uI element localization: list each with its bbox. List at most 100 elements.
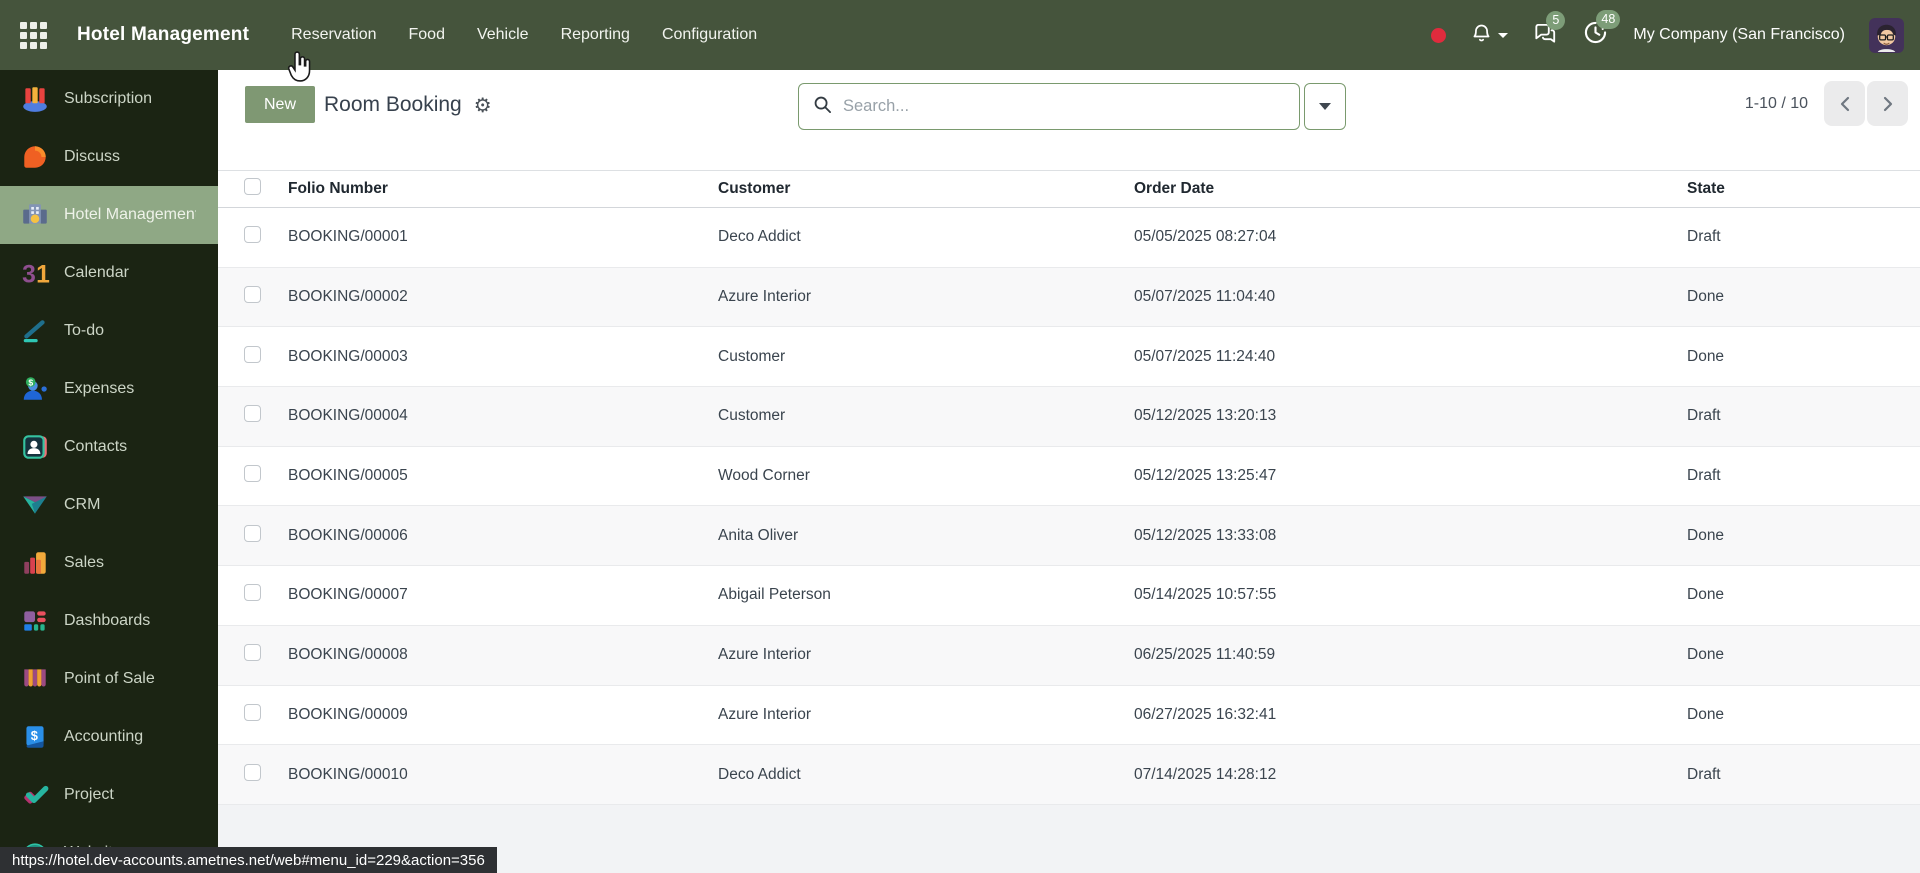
sidebar-item-label: Contacts bbox=[64, 438, 128, 455]
browser-status-bar: https://hotel.dev-accounts.ametnes.net/w… bbox=[0, 847, 497, 873]
record-indicator-icon[interactable] bbox=[1431, 27, 1447, 43]
sidebar-item-label: CRM bbox=[64, 496, 101, 513]
pager-previous-button[interactable] bbox=[1824, 81, 1865, 126]
sidebar-item-calendar[interactable]: 3 1 Calendar bbox=[0, 244, 218, 302]
svg-text:$: $ bbox=[31, 728, 38, 743]
activities-button[interactable]: 48 bbox=[1582, 10, 1621, 51]
table-row[interactable]: BOOKING/00010 Deco Addict 07/14/2025 14:28… bbox=[218, 745, 1920, 805]
sidebar-item-sales[interactable]: Sales bbox=[0, 534, 218, 592]
apps-grid-icon[interactable] bbox=[20, 21, 47, 49]
bell-icon bbox=[1470, 21, 1493, 50]
sidebar-item-dashboards[interactable]: Dashboards bbox=[0, 592, 218, 650]
table-row[interactable]: BOOKING/00006 Anita Oliver 05/12/2025 13:3… bbox=[218, 506, 1920, 567]
row-checkbox[interactable] bbox=[244, 524, 261, 542]
cell-order-date: 06/25/2025 11:40:59 bbox=[1134, 646, 1276, 664]
table-row[interactable]: BOOKING/00008 Azure Interior 06/25/2025 11… bbox=[218, 625, 1920, 686]
nav-menu-vehicle[interactable]: Vehicle bbox=[477, 26, 529, 44]
sidebar-item-label: Hotel Management bbox=[64, 206, 196, 223]
cell-customer: Deco Addict bbox=[718, 228, 801, 246]
cell-order-date: 05/07/2025 11:24:40 bbox=[1134, 347, 1276, 365]
cell-order-date: 05/12/2025 13:25:47 bbox=[1134, 467, 1277, 485]
nav-menu-reporting[interactable]: Reporting bbox=[561, 26, 630, 44]
cell-order-date: 05/14/2025 10:57:55 bbox=[1134, 586, 1277, 604]
row-checkbox[interactable] bbox=[244, 584, 261, 602]
search-input[interactable] bbox=[843, 97, 1273, 116]
sidebar-item-label: Point of Sale bbox=[64, 670, 155, 687]
column-header-order-date[interactable]: Order Date bbox=[1134, 180, 1687, 198]
cell-folio-number: BOOKING/00008 bbox=[288, 646, 408, 664]
svg-text:1: 1 bbox=[36, 262, 50, 288]
row-checkbox[interactable] bbox=[244, 465, 261, 483]
cell-state: Done bbox=[1687, 347, 1725, 365]
sidebar-item-label: Subscription bbox=[64, 90, 153, 107]
table-row[interactable]: BOOKING/00001 Deco Addict 05/05/2025 08:27… bbox=[218, 208, 1920, 268]
messages-button[interactable]: 5 bbox=[1532, 10, 1566, 51]
svg-text:$: $ bbox=[28, 377, 33, 387]
row-checkbox[interactable] bbox=[244, 763, 261, 781]
cell-customer: Azure Interior bbox=[718, 288, 812, 306]
crm-icon bbox=[20, 490, 50, 520]
pager-next-button[interactable] bbox=[1867, 81, 1908, 126]
cell-customer: Azure Interior bbox=[718, 646, 812, 664]
cell-folio-number: BOOKING/00001 bbox=[288, 228, 408, 246]
search-area bbox=[798, 83, 1346, 130]
cell-folio-number: BOOKING/00002 bbox=[288, 288, 408, 306]
navbar-menus: Reservation Food Vehicle Reporting Configura… bbox=[291, 26, 757, 44]
column-header-state[interactable]: State bbox=[1687, 180, 1920, 198]
nav-menu-food[interactable]: Food bbox=[409, 26, 445, 44]
cell-customer: Customer bbox=[718, 407, 786, 425]
search-icon bbox=[813, 95, 832, 119]
sidebar-item-label: Project bbox=[64, 786, 114, 803]
sidebar-item-to-do[interactable]: To-do bbox=[0, 302, 218, 360]
column-header-folio-number[interactable]: Folio Number bbox=[288, 180, 718, 198]
sidebar-item-discuss[interactable]: Discuss bbox=[0, 128, 218, 186]
calendar-icon: 31 bbox=[20, 258, 50, 288]
sidebar-item-project[interactable]: Project bbox=[0, 766, 218, 824]
nav-menu-configuration[interactable]: Configuration bbox=[662, 26, 757, 44]
nav-menu-reservation[interactable]: Reservation bbox=[291, 26, 376, 44]
sidebar-item-label: Discuss bbox=[64, 148, 121, 165]
gear-icon[interactable]: ⚙ bbox=[474, 95, 492, 115]
row-checkbox[interactable] bbox=[244, 405, 261, 423]
room-booking-list: Folio Number Customer Order Date State BOOK… bbox=[218, 170, 1920, 805]
sidebar-item-expenses[interactable]: $ Expenses bbox=[0, 360, 218, 418]
new-button[interactable]: New bbox=[245, 86, 315, 123]
row-checkbox[interactable] bbox=[244, 345, 261, 363]
sidebar-item-subscription[interactable]: Subscription bbox=[0, 70, 218, 128]
hotel-management-icon bbox=[20, 200, 50, 230]
table-row[interactable]: BOOKING/00005 Wood Corner 05/12/2025 13:25… bbox=[218, 446, 1920, 507]
sidebar-item-label: Accounting bbox=[64, 728, 144, 745]
sidebar-item-contacts[interactable]: Contacts bbox=[0, 418, 218, 476]
cell-state: Draft bbox=[1687, 765, 1721, 783]
search-box bbox=[798, 83, 1300, 130]
table-row[interactable]: BOOKING/00003 Customer 05/07/2025 11:24:40… bbox=[218, 327, 1920, 388]
cell-state: Done bbox=[1687, 288, 1725, 306]
user-avatar[interactable] bbox=[1869, 17, 1904, 53]
table-row[interactable]: BOOKING/00009 Azure Interior 06/27/2025 16… bbox=[218, 685, 1920, 746]
row-checkbox[interactable] bbox=[244, 286, 261, 304]
row-checkbox[interactable] bbox=[244, 644, 261, 662]
cell-order-date: 05/07/2025 11:04:40 bbox=[1134, 288, 1276, 306]
cell-state: Draft bbox=[1687, 467, 1721, 485]
row-checkbox[interactable] bbox=[244, 703, 261, 721]
cell-customer: Wood Corner bbox=[718, 467, 810, 485]
table-row[interactable]: BOOKING/00004 Customer 05/12/2025 13:20:13… bbox=[218, 387, 1920, 447]
table-row[interactable]: BOOKING/00002 Azure Interior 05/07/2025 11… bbox=[218, 267, 1920, 328]
sidebar-item-label: Expenses bbox=[64, 380, 135, 397]
sidebar-item-accounting[interactable]: $ Accounting bbox=[0, 708, 218, 766]
notifications-button[interactable] bbox=[1470, 21, 1509, 50]
table-row[interactable]: BOOKING/00007 Abigail Peterson 05/14/2025 … bbox=[218, 566, 1920, 626]
row-checkbox[interactable] bbox=[244, 226, 261, 244]
sales-icon bbox=[20, 548, 50, 578]
sidebar-item-label: Sales bbox=[64, 554, 105, 571]
sidebar-item-crm[interactable]: CRM bbox=[0, 476, 218, 534]
sidebar-item-point-of-sale[interactable]: Point of Sale bbox=[0, 650, 218, 708]
cell-state: Done bbox=[1687, 586, 1725, 604]
company-switcher[interactable]: My Company (San Francisco) bbox=[1633, 26, 1845, 44]
app-title[interactable]: Hotel Management bbox=[77, 24, 249, 46]
column-header-customer[interactable]: Customer bbox=[718, 180, 1134, 198]
sidebar-item-hotel-management[interactable]: Hotel Management bbox=[0, 186, 218, 244]
select-all-checkbox[interactable] bbox=[244, 178, 261, 195]
search-dropdown-toggle[interactable] bbox=[1304, 83, 1346, 130]
app-sidebar: Subscription Discuss Hotel Management 3 1 Cal… bbox=[0, 70, 218, 873]
